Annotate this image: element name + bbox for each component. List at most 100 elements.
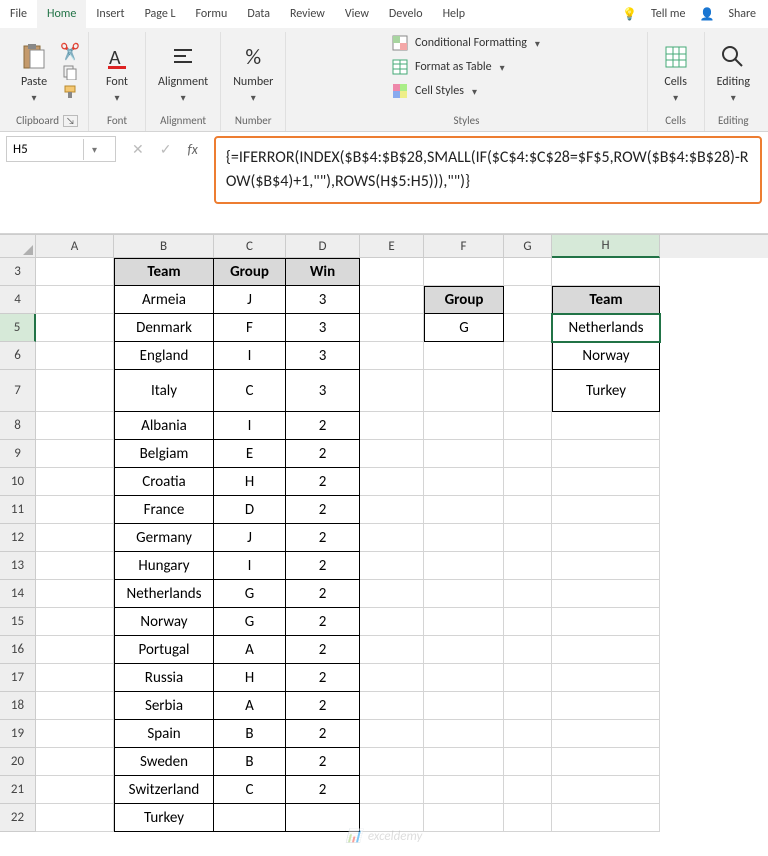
cell[interactable]: 2 (286, 468, 360, 496)
cell[interactable]: F (214, 314, 286, 342)
cell[interactable]: Netherlands (114, 580, 214, 608)
cell[interactable] (504, 580, 552, 608)
cell[interactable] (504, 440, 552, 468)
row-header[interactable]: 18 (0, 692, 36, 720)
cell[interactable] (504, 692, 552, 720)
cell[interactable] (424, 496, 504, 524)
format-as-table-button[interactable]: Format as Table▾ (387, 56, 511, 78)
cell[interactable] (504, 342, 552, 370)
cell[interactable] (36, 636, 114, 664)
row-header[interactable]: 12 (0, 524, 36, 552)
cell[interactable]: 2 (286, 664, 360, 692)
cell[interactable]: Serbia (114, 692, 214, 720)
name-box-input[interactable] (7, 140, 83, 159)
cell[interactable]: 2 (286, 692, 360, 720)
cell[interactable]: I (214, 552, 286, 580)
cell[interactable]: 2 (286, 580, 360, 608)
cell[interactable]: 2 (286, 776, 360, 804)
cell[interactable] (504, 412, 552, 440)
menu-view[interactable]: View (335, 0, 379, 28)
menu-file[interactable]: File (0, 0, 37, 28)
cell[interactable] (424, 664, 504, 692)
cell[interactable] (424, 258, 504, 286)
cell[interactable]: 2 (286, 412, 360, 440)
cell[interactable] (552, 608, 660, 636)
cell[interactable]: 2 (286, 552, 360, 580)
cell[interactable] (36, 552, 114, 580)
cell[interactable]: A (214, 636, 286, 664)
row-header[interactable]: 6 (0, 342, 36, 370)
cell[interactable]: Group (214, 258, 286, 286)
cell[interactable] (552, 804, 660, 832)
cell[interactable]: Armeia (114, 286, 214, 314)
cell[interactable]: G (214, 608, 286, 636)
select-all-corner[interactable] (0, 235, 36, 258)
selected-cell[interactable]: Netherlands (552, 314, 660, 342)
cell[interactable]: I (214, 412, 286, 440)
cell[interactable]: 3 (286, 314, 360, 342)
cell[interactable]: 2 (286, 608, 360, 636)
cell[interactable] (504, 776, 552, 804)
cell[interactable] (360, 440, 424, 468)
font-button[interactable]: A Font ▾ (97, 39, 137, 106)
cell[interactable]: England (114, 342, 214, 370)
cell[interactable]: Spain (114, 720, 214, 748)
cell[interactable] (360, 342, 424, 370)
cell[interactable]: C (214, 776, 286, 804)
copy-icon[interactable] (60, 63, 80, 81)
cell[interactable]: G (214, 580, 286, 608)
cell[interactable]: H (214, 664, 286, 692)
cell[interactable]: I (214, 342, 286, 370)
cell[interactable]: Norway (114, 608, 214, 636)
cell[interactable]: Belgiam (114, 440, 214, 468)
menu-developer[interactable]: Develo (379, 0, 433, 28)
cell[interactable] (424, 636, 504, 664)
conditional-formatting-button[interactable]: Conditional Formatting▾ (387, 32, 546, 54)
cell[interactable] (424, 804, 504, 832)
format-painter-icon[interactable] (60, 83, 80, 101)
cell[interactable]: Hungary (114, 552, 214, 580)
cell[interactable]: Turkey (114, 804, 214, 832)
cell[interactable] (552, 412, 660, 440)
cell[interactable]: 3 (286, 370, 360, 412)
cell[interactable] (424, 720, 504, 748)
cell[interactable] (36, 524, 114, 552)
cell[interactable] (360, 748, 424, 776)
cell[interactable] (36, 580, 114, 608)
worksheet-grid[interactable]: A B C D E F G H 3 Team Group Win 4 Armei… (0, 234, 768, 832)
cut-icon[interactable]: ✂️ (60, 43, 80, 61)
row-header[interactable]: 20 (0, 748, 36, 776)
cell[interactable] (504, 748, 552, 776)
cell[interactable] (360, 636, 424, 664)
cell[interactable]: Team (114, 258, 214, 286)
cell[interactable] (424, 342, 504, 370)
menu-home[interactable]: Home (37, 0, 86, 28)
cell[interactable]: Russia (114, 664, 214, 692)
cell[interactable]: 2 (286, 440, 360, 468)
cell[interactable] (504, 552, 552, 580)
row-header[interactable]: 10 (0, 468, 36, 496)
cell[interactable] (286, 804, 360, 832)
cell[interactable]: 2 (286, 524, 360, 552)
cell[interactable]: Switzerland (114, 776, 214, 804)
cell[interactable] (424, 580, 504, 608)
cell[interactable]: Germany (114, 524, 214, 552)
cell[interactable]: 2 (286, 748, 360, 776)
cell[interactable] (36, 468, 114, 496)
cell[interactable] (504, 720, 552, 748)
row-header[interactable]: 13 (0, 552, 36, 580)
cell[interactable] (424, 370, 504, 412)
formula-bar[interactable]: {=IFERROR(INDEX($B$4:$B$28,SMALL(IF($C$4… (214, 136, 762, 204)
cell[interactable] (504, 636, 552, 664)
cell[interactable] (424, 440, 504, 468)
cell[interactable] (36, 258, 114, 286)
cell[interactable] (504, 370, 552, 412)
cell[interactable]: France (114, 496, 214, 524)
row-header[interactable]: 17 (0, 664, 36, 692)
cell[interactable] (36, 342, 114, 370)
cell[interactable] (36, 748, 114, 776)
cell[interactable] (552, 636, 660, 664)
cell[interactable] (424, 608, 504, 636)
cell[interactable] (360, 664, 424, 692)
menu-formulas[interactable]: Formu (186, 0, 238, 28)
